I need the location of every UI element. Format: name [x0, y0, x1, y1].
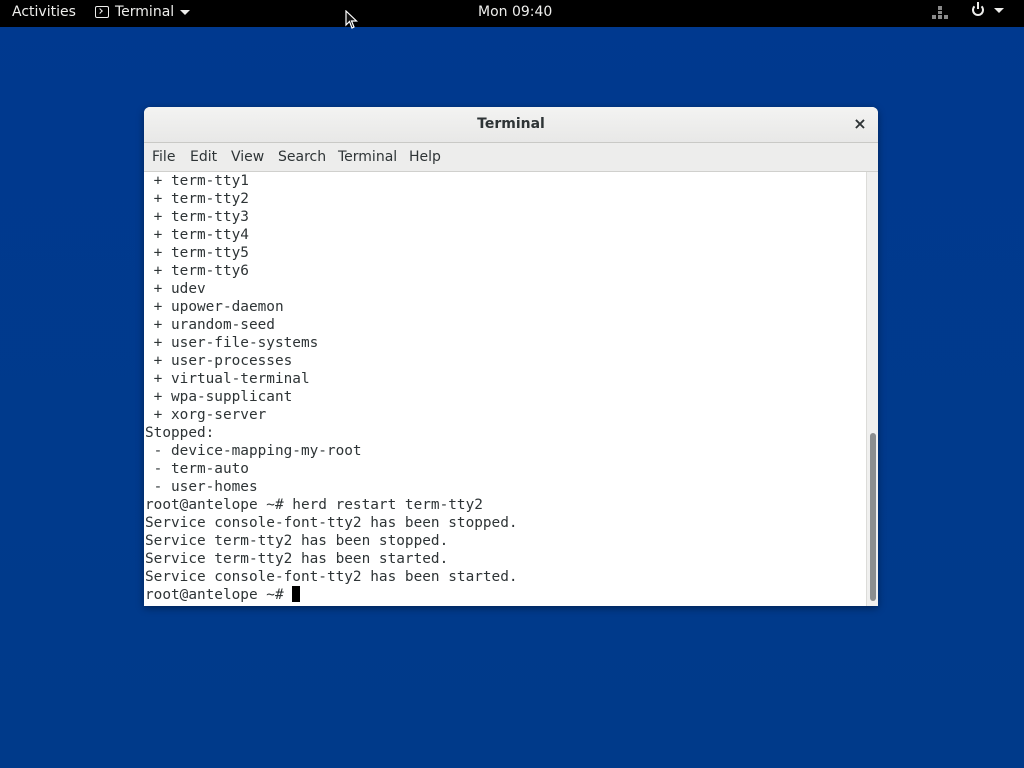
terminal-output[interactable]: + term-tty1 + term-tty2 + term-tty3 + te… [144, 172, 866, 606]
network-wired-icon[interactable] [932, 6, 948, 20]
terminal-line: - term-auto [145, 461, 249, 477]
vertical-scrollbar[interactable] [866, 172, 878, 606]
scrollbar-thumb[interactable] [870, 433, 876, 601]
terminal-line: + xorg-server [145, 407, 267, 423]
clock[interactable]: Mon 09:40 [478, 4, 552, 20]
terminal-prompt-line[interactable]: root@antelope ~# [145, 586, 301, 604]
top-bar: Activities Terminal Mon 09:40 [0, 0, 1024, 27]
terminal-line: Service console-font-tty2 has been start… [145, 569, 518, 585]
mouse-pointer-icon [345, 10, 358, 29]
close-icon[interactable]: × [852, 116, 868, 132]
menu-file[interactable]: File [152, 149, 175, 165]
terminal-line: Stopped: [145, 425, 215, 441]
terminal-line: + term-tty3 [145, 209, 249, 225]
system-menu[interactable] [972, 2, 1004, 16]
terminal-line: + term-tty2 [145, 191, 249, 207]
terminal-line: Service console-font-tty2 has been stopp… [145, 515, 518, 531]
terminal-line: root@antelope ~# herd restart term-tty2 [145, 497, 483, 513]
app-menu[interactable]: Terminal [95, 4, 191, 20]
power-icon [972, 2, 984, 16]
window-titlebar[interactable]: Terminal × [144, 107, 878, 143]
terminal-line: - user-homes [145, 479, 258, 495]
terminal-icon [95, 6, 109, 18]
menu-edit[interactable]: Edit [190, 149, 217, 165]
chevron-down-icon [180, 9, 191, 15]
terminal-line: + udev [145, 281, 206, 297]
terminal-line: + term-tty6 [145, 263, 249, 279]
text-cursor [292, 586, 301, 602]
menu-terminal[interactable]: Terminal [338, 149, 397, 165]
terminal-line: - device-mapping-my-root [145, 443, 362, 459]
terminal-window: Terminal × File Edit View Search Termina… [144, 107, 878, 606]
terminal-line: + user-file-systems [145, 335, 319, 351]
menu-help[interactable]: Help [409, 149, 441, 165]
terminal-line: + upower-daemon [145, 299, 284, 315]
terminal-line: + user-processes [145, 353, 293, 369]
terminal-line: Service term-tty2 has been stopped. [145, 533, 449, 549]
menu-bar: File Edit View Search Terminal Help [144, 143, 878, 172]
app-menu-label: Terminal [115, 4, 175, 20]
chevron-down-icon [994, 7, 1004, 13]
terminal-line: + virtual-terminal [145, 371, 310, 387]
terminal-line: + urandom-seed [145, 317, 275, 333]
menu-view[interactable]: View [231, 149, 264, 165]
terminal-line: + term-tty1 [145, 173, 249, 189]
terminal-line: + term-tty4 [145, 227, 249, 243]
terminal-line: + term-tty5 [145, 245, 249, 261]
menu-search[interactable]: Search [278, 149, 326, 165]
terminal-prompt: root@antelope ~# [145, 587, 293, 603]
window-title: Terminal [477, 116, 545, 132]
activities-button[interactable]: Activities [12, 4, 76, 20]
terminal-line: + wpa-supplicant [145, 389, 293, 405]
terminal-line: Service term-tty2 has been started. [145, 551, 449, 567]
